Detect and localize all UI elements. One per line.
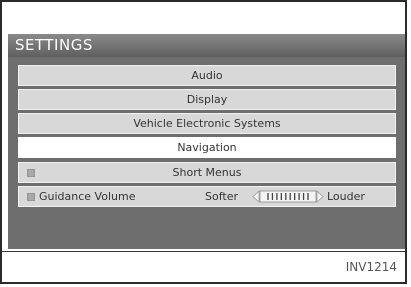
short-menus-label: Short Menus xyxy=(172,166,242,179)
slider-right-arrow-icon[interactable] xyxy=(316,190,324,203)
figure-code: INV1214 xyxy=(345,260,397,274)
vehicle-electronic-systems-button[interactable]: Vehicle Electronic Systems xyxy=(18,113,396,134)
louder-label[interactable]: Louder xyxy=(327,187,365,206)
frame-divider xyxy=(2,251,405,252)
short-menus-indicator xyxy=(27,169,35,177)
short-menus-button[interactable]: Short Menus xyxy=(18,162,396,183)
screen-title: SETTINGS xyxy=(8,34,405,57)
slider-left-arrow-icon[interactable] xyxy=(252,190,260,203)
figure-frame: SETTINGS Audio Display Vehicle Electroni… xyxy=(0,0,407,284)
audio-button[interactable]: Audio xyxy=(18,65,396,86)
guidance-volume-row: Guidance Volume Softer Louder xyxy=(18,186,396,207)
volume-slider[interactable] xyxy=(252,190,324,203)
guidance-volume-indicator xyxy=(27,193,35,201)
settings-screen: SETTINGS Audio Display Vehicle Electroni… xyxy=(8,34,405,249)
softer-label[interactable]: Softer xyxy=(205,187,238,206)
settings-menu: Audio Display Vehicle Electronic Systems… xyxy=(18,65,396,245)
navigation-button[interactable]: Navigation xyxy=(18,137,396,158)
guidance-volume-label: Guidance Volume xyxy=(39,190,136,203)
display-button[interactable]: Display xyxy=(18,89,396,110)
